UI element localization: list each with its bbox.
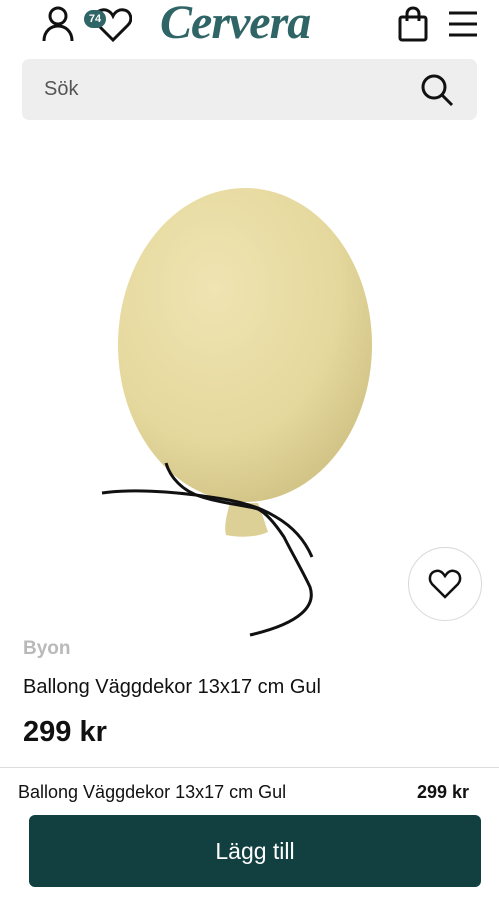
wishlist-count-badge: 74	[84, 10, 106, 28]
cervera-logo[interactable]: Cervera	[160, 0, 355, 50]
search-bar	[22, 59, 477, 120]
shopping-bag-icon[interactable]	[394, 4, 432, 44]
product-brand[interactable]: Byon	[23, 638, 71, 660]
sticky-add-to-cart-bar: Ballong Väggdekor 13x17 cm Gul 299 kr Lä…	[0, 767, 499, 900]
user-icon[interactable]	[40, 4, 76, 44]
search-icon[interactable]	[419, 72, 455, 108]
wishlist-button[interactable]: 74	[82, 4, 132, 44]
hamburger-menu-icon[interactable]	[444, 4, 482, 44]
add-to-cart-button[interactable]: Lägg till	[29, 815, 481, 887]
heart-icon	[428, 569, 462, 599]
product-image	[101, 188, 372, 637]
favorite-button[interactable]	[408, 547, 482, 621]
sticky-product-price: 299 kr	[416, 782, 469, 802]
sticky-product-name: Ballong Väggdekor 13x17 cm Gul	[18, 782, 287, 802]
product-price: 299 kr	[23, 716, 107, 748]
product-name: Ballong Väggdekor 13x17 cm Gul	[23, 676, 321, 698]
site-header: 74 Cervera	[0, 0, 499, 50]
search-input[interactable]	[22, 59, 402, 120]
